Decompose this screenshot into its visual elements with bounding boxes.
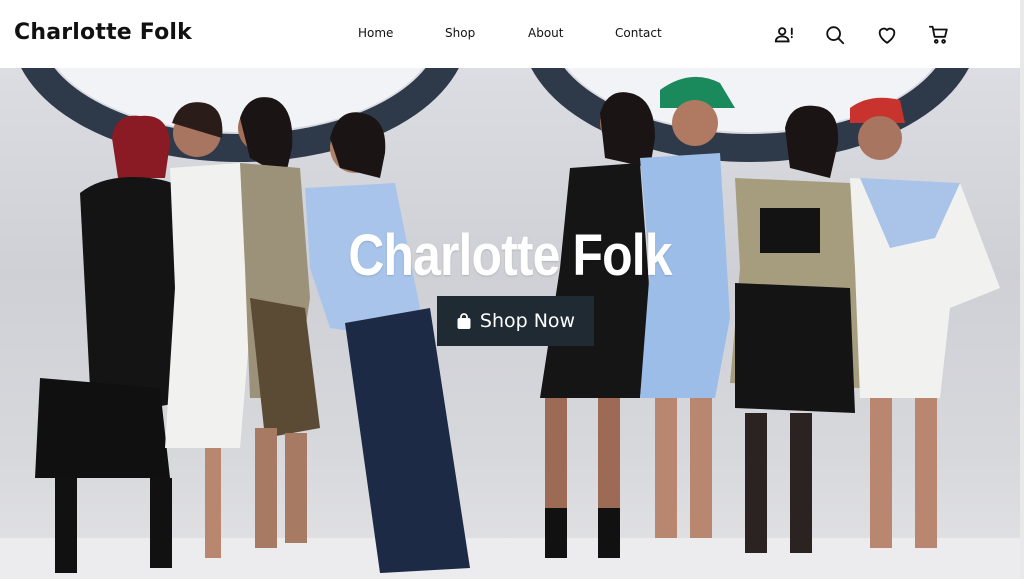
brand-logo[interactable]: Charlotte Folk — [14, 20, 192, 45]
site-header: Charlotte Folk Home Shop About Contact — [0, 0, 1020, 68]
hero-banner: Charlotte Folk Shop Now — [0, 68, 1020, 579]
cart-icon[interactable] — [928, 24, 950, 46]
nav-shop[interactable]: Shop — [445, 26, 475, 40]
shop-now-button[interactable]: Shop Now — [437, 296, 594, 346]
nav-contact[interactable]: Contact — [615, 26, 662, 40]
search-icon[interactable] — [824, 24, 846, 46]
hero-title: Charlotte Folk — [348, 223, 672, 288]
nav-about[interactable]: About — [528, 26, 563, 40]
page-scrollbar[interactable] — [1020, 0, 1024, 579]
user-alert-icon[interactable] — [773, 24, 795, 46]
shop-now-label: Shop Now — [479, 310, 576, 332]
shopping-bag-icon — [457, 312, 471, 329]
nav-home[interactable]: Home — [358, 26, 393, 40]
heart-icon[interactable] — [876, 24, 898, 46]
